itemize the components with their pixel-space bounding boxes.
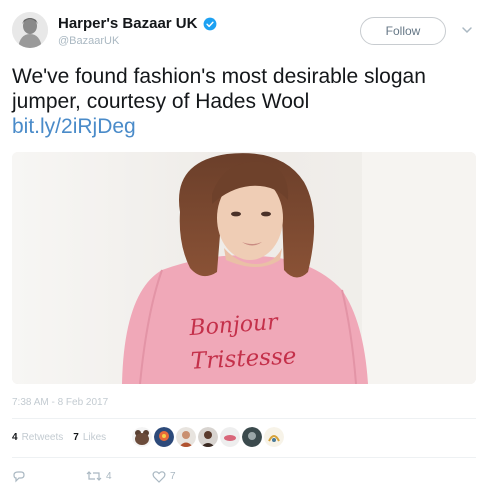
tweet-timestamp[interactable]: 7:38 AM - 8 Feb 2017: [12, 397, 108, 408]
like-count: 7: [170, 471, 176, 482]
liker-avatar[interactable]: [220, 427, 240, 447]
reply-action[interactable]: [12, 470, 30, 483]
author-name-row: Harper's Bazaar UK: [58, 15, 217, 32]
likes-count[interactable]: 7: [73, 432, 79, 443]
tweet-photo[interactable]: Bonjour Tristesse: [12, 152, 476, 384]
liker-avatar[interactable]: [198, 427, 218, 447]
tweet-text: We've found fashion's most desirable slo…: [12, 64, 482, 139]
tweet-actions: 4 7: [12, 470, 312, 490]
tweet-body: We've found fashion's most desirable slo…: [12, 65, 426, 113]
tweet-stats: 4 Retweets 7 Likes: [12, 432, 112, 443]
likes-label[interactable]: Likes: [83, 432, 106, 443]
follow-button[interactable]: Follow: [360, 17, 446, 45]
photo-illustration: Bonjour Tristesse: [12, 152, 476, 384]
liker-avatar[interactable]: [264, 427, 284, 447]
avatar-portrait: [12, 12, 48, 48]
liker-avatar[interactable]: [176, 427, 196, 447]
retweet-icon: [86, 471, 102, 481]
liker-avatar[interactable]: [242, 427, 262, 447]
tweet-link[interactable]: bit.ly/2iRjDeg: [12, 114, 482, 139]
retweet-count: 4: [106, 470, 112, 482]
liker-avatar[interactable]: [132, 427, 152, 447]
verified-badge-icon: [204, 17, 217, 30]
chevron-down-icon[interactable]: [461, 25, 473, 35]
author-display-name[interactable]: Harper's Bazaar UK: [58, 15, 197, 32]
shirt-text-line2: Tristesse: [190, 343, 297, 374]
liker-avatars: [132, 427, 284, 447]
divider: [12, 418, 476, 419]
retweet-action[interactable]: 4: [86, 470, 112, 482]
liker-avatar[interactable]: [154, 427, 174, 447]
reply-icon: [13, 471, 25, 483]
author-handle[interactable]: @BazaarUK: [58, 35, 119, 47]
retweets-label[interactable]: Retweets: [22, 432, 64, 443]
retweets-count[interactable]: 4: [12, 432, 18, 443]
avatar[interactable]: [12, 12, 48, 48]
heart-icon: [152, 471, 166, 483]
like-action[interactable]: 7: [152, 470, 176, 483]
divider: [12, 457, 476, 458]
